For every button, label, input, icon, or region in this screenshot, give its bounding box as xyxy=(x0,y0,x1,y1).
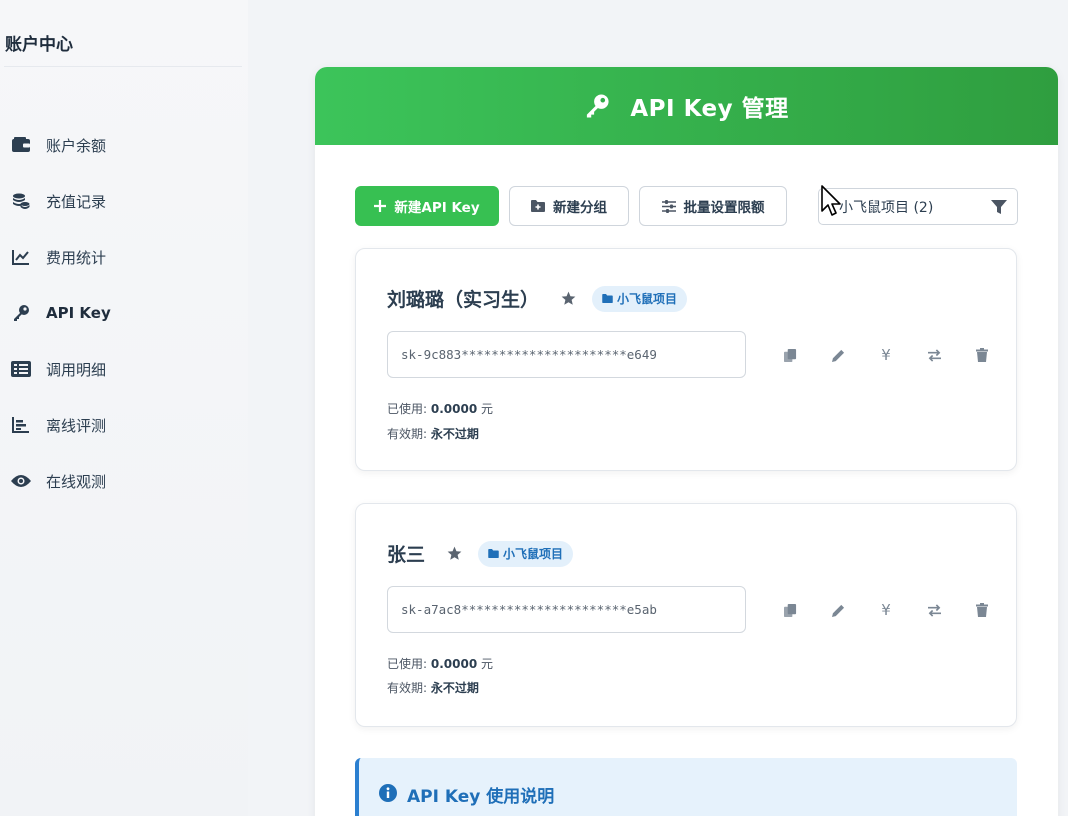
sliders-icon xyxy=(661,199,676,213)
expiry-value: 永不过期 xyxy=(430,681,479,695)
sidebar-item-label: 调用明细 xyxy=(46,360,107,379)
exchange-icon[interactable] xyxy=(910,344,958,366)
sidebar-nav: 账户余额 充值记录 费用统计 API Key 调用明细 离线评测 在线观测 xyxy=(0,117,248,509)
sidebar-item-label: API Key xyxy=(46,304,111,322)
sidebar-item-api-key[interactable]: API Key xyxy=(0,285,248,341)
sidebar-item-label: 在线观测 xyxy=(46,472,107,491)
used-label: 已使用: xyxy=(387,657,428,671)
key-actions: ¥ xyxy=(766,599,1006,621)
yuan-icon[interactable]: ¥ xyxy=(862,344,910,366)
group-filter-select[interactable]: 小飞鼠项目 (2) xyxy=(818,188,1018,225)
usage-info: 已使用: 0.0000 元 xyxy=(387,400,493,417)
sidebar-item-offline-eval[interactable]: 离线评测 xyxy=(0,397,248,453)
sidebar-title: 账户中心 xyxy=(5,35,73,55)
group-tag: 小飞鼠项目 xyxy=(592,285,688,312)
usage-notice: API Key 使用说明 xyxy=(355,758,1017,816)
used-value: 0.0000 xyxy=(430,657,478,671)
folder-plus-icon xyxy=(531,200,545,212)
trash-icon[interactable] xyxy=(958,599,1006,621)
line-chart-icon xyxy=(10,246,32,268)
key-actions: ¥ xyxy=(766,344,1006,366)
api-key-field[interactable]: sk-9c883**********************e649 xyxy=(387,331,746,378)
group-filter-value: 小飞鼠项目 (2) xyxy=(839,199,934,216)
used-unit: 元 xyxy=(481,402,494,416)
api-key-card: 刘璐璐（实习生） 小飞鼠项目 sk-9c883*****************… xyxy=(355,248,1017,471)
list-icon xyxy=(10,358,32,380)
new-group-button[interactable]: 新建分组 xyxy=(509,186,629,226)
key-icon xyxy=(584,93,610,119)
sidebar-item-recharge[interactable]: 充值记录 xyxy=(0,173,248,229)
new-api-key-label: 新建API Key xyxy=(394,200,480,216)
sidebar: 账户中心 账户余额 充值记录 费用统计 API Key 调用明细 离线评测 在线… xyxy=(0,0,248,816)
sidebar-item-label: 费用统计 xyxy=(46,248,107,267)
trash-icon[interactable] xyxy=(958,344,1006,366)
expiry-value: 永不过期 xyxy=(430,427,479,441)
eye-icon xyxy=(10,470,32,492)
coins-icon xyxy=(10,190,32,212)
toolbar: 新建API Key 新建分组 批量设置限额 xyxy=(355,186,797,226)
sidebar-item-label: 充值记录 xyxy=(46,192,107,211)
used-label: 已使用: xyxy=(387,402,428,416)
card-header: 张三 小飞鼠项目 xyxy=(387,540,574,567)
card-header: 刘璐璐（实习生） 小飞鼠项目 xyxy=(387,285,688,312)
copy-icon[interactable] xyxy=(766,599,814,621)
exchange-icon[interactable] xyxy=(910,599,958,621)
star-icon[interactable] xyxy=(447,546,462,561)
group-tag: 小飞鼠项目 xyxy=(478,540,574,567)
page-title: API Key 管理 xyxy=(630,96,789,122)
page-header: API Key 管理 xyxy=(315,67,1058,145)
new-group-label: 新建分组 xyxy=(553,200,607,216)
main-panel: API Key 管理 新建API Key 新建分组 批量设置限额 小飞鼠项目 (… xyxy=(315,67,1058,816)
wallet-icon xyxy=(10,134,32,156)
group-tag-label: 小飞鼠项目 xyxy=(617,292,678,306)
edit-icon[interactable] xyxy=(814,599,862,621)
info-icon xyxy=(379,783,397,806)
notice-header: API Key 使用说明 xyxy=(379,782,554,807)
key-name: 刘璐璐（实习生） xyxy=(387,289,540,311)
filter-icon xyxy=(991,199,1007,219)
expiry-label: 有效期: xyxy=(387,427,428,441)
key-icon xyxy=(10,302,32,324)
api-key-card: 张三 小飞鼠项目 sk-a7ac8**********************e… xyxy=(355,503,1017,727)
expiry-info: 有效期: 永不过期 xyxy=(387,425,479,442)
bar-chart-icon xyxy=(10,414,32,436)
star-icon[interactable] xyxy=(561,291,576,306)
mouse-cursor-icon xyxy=(821,185,843,221)
batch-limit-button[interactable]: 批量设置限额 xyxy=(639,186,787,226)
expiry-info: 有效期: 永不过期 xyxy=(387,679,479,696)
copy-icon[interactable] xyxy=(766,344,814,366)
usage-info: 已使用: 0.0000 元 xyxy=(387,655,493,672)
batch-limit-label: 批量设置限额 xyxy=(683,200,765,216)
used-unit: 元 xyxy=(481,657,494,671)
group-tag-label: 小飞鼠项目 xyxy=(503,547,564,561)
sidebar-item-label: 离线评测 xyxy=(46,416,107,435)
edit-icon[interactable] xyxy=(814,344,862,366)
expiry-label: 有效期: xyxy=(387,681,428,695)
sidebar-item-balance[interactable]: 账户余额 xyxy=(0,117,248,173)
sidebar-item-call-details[interactable]: 调用明细 xyxy=(0,341,248,397)
used-value: 0.0000 xyxy=(430,402,478,416)
key-name: 张三 xyxy=(387,544,426,566)
folder-icon xyxy=(602,294,613,303)
sidebar-item-label: 账户余额 xyxy=(46,136,107,155)
folder-icon xyxy=(488,549,499,558)
plus-icon xyxy=(374,200,387,212)
sidebar-item-online-observe[interactable]: 在线观测 xyxy=(0,453,248,509)
yuan-icon[interactable]: ¥ xyxy=(862,599,910,621)
api-key-field[interactable]: sk-a7ac8**********************e5ab xyxy=(387,586,746,633)
sidebar-divider xyxy=(4,66,242,67)
notice-title: API Key 使用说明 xyxy=(407,787,555,807)
new-api-key-button[interactable]: 新建API Key xyxy=(355,186,499,226)
sidebar-item-cost-stats[interactable]: 费用统计 xyxy=(0,229,248,285)
